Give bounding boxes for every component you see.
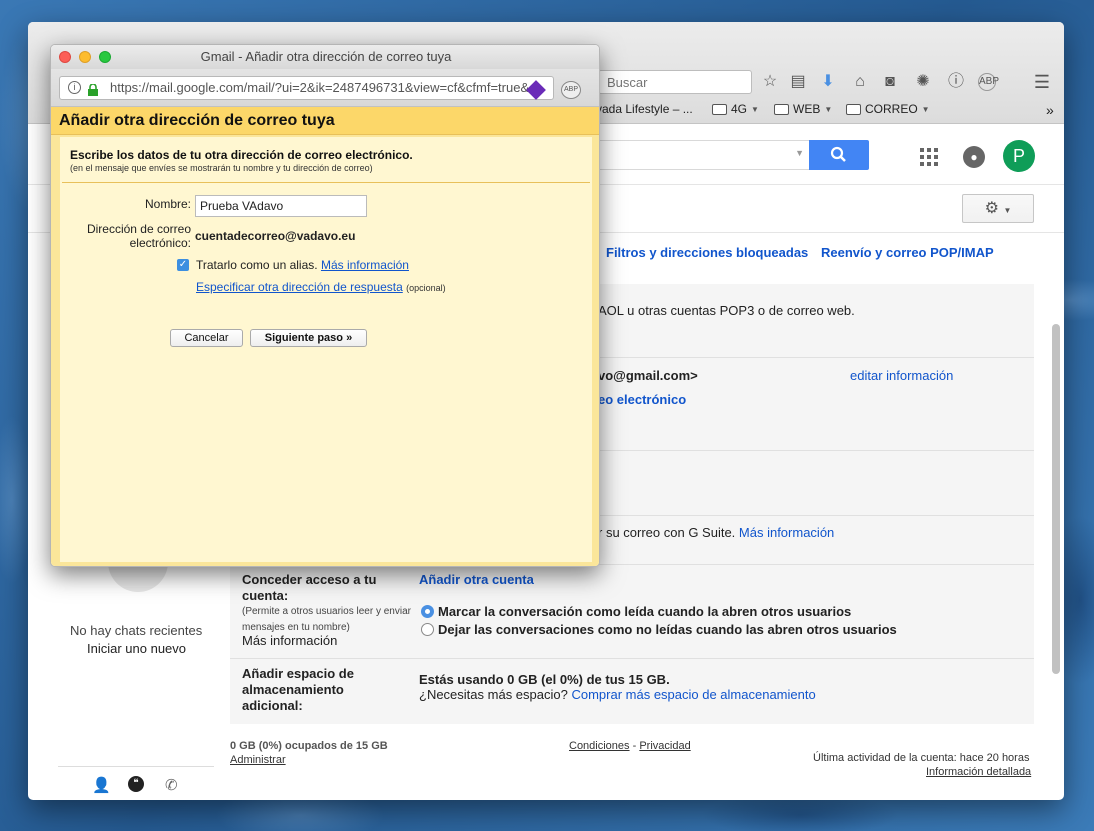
grant-more-link[interactable]: Más información [242, 633, 337, 648]
footer-last-activity: Última actividad de la cuenta: hace 20 h… [813, 752, 1030, 764]
name-input[interactable] [195, 195, 367, 217]
grant-access-title: Conceder acceso a tu cuenta: [242, 572, 377, 603]
chevron-down-icon: ▼ [1003, 206, 1012, 215]
next-step-button[interactable]: Siguiente paso » [250, 329, 367, 347]
close-icon[interactable] [59, 51, 71, 63]
popup-urlbar: i https://mail.google.com/mail/?ui=2&ik=… [51, 69, 599, 107]
footer-usage: 0 GB (0%) ocupados de 15 GB [230, 740, 388, 752]
footer-manage-link[interactable]: Administrar [230, 754, 286, 766]
intro-subtext: (en el mensaje que envíes se mostrarán t… [70, 163, 373, 173]
radio-selected[interactable] [421, 605, 434, 618]
gsuite-more-link[interactable]: Más información [739, 525, 834, 540]
maximize-icon[interactable] [99, 51, 111, 63]
intro-text: Escribe los datos de tu otra dirección d… [70, 148, 413, 162]
name-label: Nombre: [144, 197, 191, 211]
info-circle-icon[interactable]: ⓘ [946, 72, 966, 92]
clipboard-icon[interactable]: ▤ [788, 72, 808, 92]
footer-privacy-link[interactable]: Privacidad [639, 740, 690, 752]
add-account-link[interactable]: Añadir otra cuenta [419, 572, 534, 587]
info-icon[interactable]: i [68, 81, 81, 94]
pocket-icon[interactable]: ◙ [880, 72, 900, 92]
storage-question: ¿Necesitas más espacio? Comprar más espa… [419, 687, 816, 702]
search-icon [830, 146, 846, 162]
chevron-down-icon: ▼ [824, 104, 833, 114]
adblock-icon[interactable]: ABP [978, 73, 999, 91]
bookmark-correo[interactable]: CORREO ▼ [846, 102, 930, 116]
reply-address-link[interactable]: Especificar otra dirección de respuesta [196, 280, 403, 294]
notifications-icon[interactable]: ● [963, 146, 985, 168]
bookmark-vada[interactable]: vada Lifestyle – ... [596, 102, 693, 116]
folder-icon [774, 103, 789, 115]
extension-icon[interactable]: ✺ [913, 72, 933, 92]
scrollbar-thumb[interactable] [1052, 324, 1060, 674]
alias-row: Tratarlo como un alias. Más información [196, 258, 409, 272]
phone-icon[interactable]: ✆ [165, 776, 178, 794]
storage-title: Añadir espacio de almacenamiento adicion… [242, 666, 354, 713]
popup-titlebar: Gmail - Añadir otra dirección de correo … [51, 45, 599, 69]
avatar[interactable]: P [1003, 140, 1035, 172]
popup-form: Escribe los datos de tu otra dirección d… [60, 137, 592, 562]
footer-links: Condiciones - Privacidad [569, 740, 691, 752]
grant-access-desc: (Permite a otros usuarios leer y enviar … [242, 606, 411, 633]
radio-mark-read[interactable]: Marcar la conversación como leída cuando… [421, 604, 851, 619]
popup-window-title: Gmail - Añadir otra dirección de correo … [200, 49, 452, 64]
tab-forwarding[interactable]: Reenvío y correo POP/IMAP [821, 245, 994, 260]
gear-icon: ⚙ [984, 200, 999, 217]
browser-search-input[interactable] [598, 70, 752, 94]
bookmark-4g[interactable]: 4G ▼ [712, 102, 759, 116]
chevron-down-icon[interactable]: ▼ [795, 148, 804, 158]
gmail-search-input[interactable]: ▼ [598, 140, 810, 170]
reply-row: Especificar otra dirección de respuesta … [196, 280, 446, 294]
minimize-icon[interactable] [79, 51, 91, 63]
download-icon[interactable]: ⬇ [818, 72, 838, 92]
footer-terms-link[interactable]: Condiciones [569, 740, 630, 752]
no-chats-text: No hay chats recientes [70, 623, 203, 638]
form-divider [62, 182, 590, 183]
menu-icon[interactable]: ☰ [1032, 72, 1052, 92]
gsuite-text: r su correo con G Suite. Más información [598, 525, 835, 540]
add-email-link[interactable]: eo electrónico [598, 392, 686, 407]
popup-url-field[interactable]: i https://mail.google.com/mail/?ui=2&ik=… [59, 76, 554, 100]
popup-header: Añadir otra dirección de correo tuya [51, 107, 599, 135]
import-text: AOL u otras cuentas POP3 o de correo web… [598, 303, 855, 318]
radio-unselected[interactable] [421, 623, 434, 636]
tab-filters[interactable]: Filtros y direcciones bloqueadas [606, 245, 808, 260]
storage-usage: Estás usando 0 GB (el 0%) de tus 15 GB. [419, 672, 670, 687]
email-value: cuentadecorreo@vadavo.eu [195, 229, 356, 243]
alias-checkbox[interactable]: ✓ [177, 259, 189, 271]
folder-icon [846, 103, 861, 115]
chevron-down-icon: ▼ [751, 104, 759, 114]
radio-keep-unread[interactable]: Dejar las conversaciones como no leídas … [421, 622, 897, 637]
home-icon[interactable]: ⌂ [850, 72, 870, 92]
bookmark-web[interactable]: WEB ▼ [774, 102, 832, 116]
star-icon[interactable]: ☆ [760, 72, 780, 92]
folder-icon [712, 103, 727, 115]
adblock-icon[interactable]: ABP [561, 81, 581, 99]
cancel-button[interactable]: Cancelar [170, 329, 243, 347]
settings-gear-button[interactable]: ⚙ ▼ [962, 194, 1034, 223]
edit-info-link[interactable]: editar información [850, 368, 953, 383]
chevron-down-icon: ▼ [921, 104, 930, 114]
email-label: Dirección de correo electrónico: [86, 222, 191, 250]
gmail-search-button[interactable] [809, 140, 869, 170]
send-as-email: vo@gmail.com> [598, 368, 698, 383]
popup-body: Añadir otra dirección de correo tuya Esc… [51, 107, 599, 566]
popup-window: Gmail - Añadir otra dirección de correo … [50, 44, 600, 567]
bookmarks-overflow[interactable]: » [1046, 102, 1054, 118]
buy-storage-link[interactable]: Comprar más espacio de almacenamiento [571, 687, 815, 702]
person-icon[interactable]: 👤 [92, 776, 111, 794]
footer-details-link[interactable]: Información detallada [926, 766, 1031, 778]
row-divider [230, 658, 1034, 659]
apps-grid-icon[interactable] [920, 148, 938, 169]
hangouts-icon[interactable]: ❝ [128, 776, 144, 792]
lock-icon [88, 81, 98, 96]
start-chat-link[interactable]: Iniciar uno nuevo [87, 641, 186, 656]
alias-more-link[interactable]: Más información [321, 258, 409, 272]
